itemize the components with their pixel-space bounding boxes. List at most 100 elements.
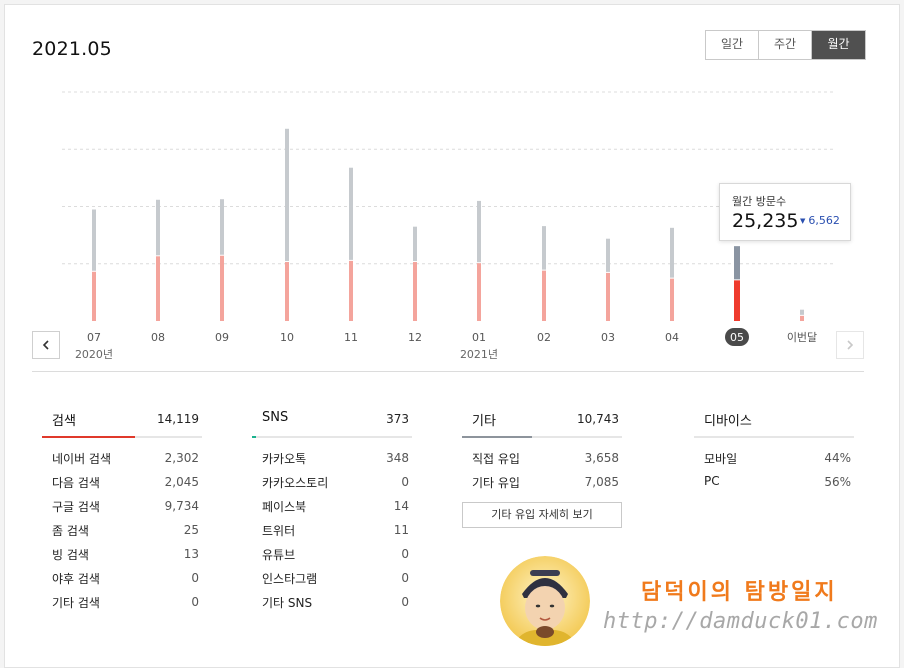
stat-row: 다음 검색 2,045 (42, 474, 202, 498)
stat-row-value: 7,085 (584, 475, 619, 489)
section-divider (32, 371, 864, 372)
tooltip-label: 월간 방문수 (732, 195, 787, 208)
visits-tooltip: 월간 방문수 25,235 ▼ 6,562 (719, 183, 851, 241)
bar-visits-lower[interactable] (92, 271, 96, 321)
bar-visits-lower[interactable] (349, 260, 353, 321)
stat-row-label: 기타 유입 (472, 476, 520, 490)
stat-row-value: 2,045 (164, 475, 199, 489)
stat-row: 야후 검색 0 (42, 570, 202, 594)
stat-row-value: 56% (824, 475, 851, 489)
stat-group-label: 기타 (472, 414, 496, 429)
stat-group-device: 디바이스 모바일 44% PC 56% (694, 404, 854, 498)
brand-url: http://damduck01.com (603, 609, 878, 634)
stat-row: 트위터 11 (252, 522, 412, 546)
stat-row-label: 다음 검색 (52, 476, 100, 490)
bar-visits-upper[interactable] (606, 238, 610, 272)
stat-group-total: 10,743 (577, 412, 619, 426)
stat-row-label: 네이버 검색 (52, 452, 112, 466)
stat-row-label: 카카오스토리 (262, 476, 329, 490)
stat-group-label: SNS (262, 410, 289, 425)
bar-visits-upper[interactable] (670, 227, 674, 278)
down-arrow-icon: ▼ (800, 216, 806, 225)
stat-group-label: 디바이스 (704, 414, 752, 429)
stat-group-header: 디바이스 (694, 404, 854, 438)
chevron-right-icon (847, 340, 854, 350)
bar-visits-upper[interactable] (156, 199, 160, 256)
stat-row-value: 44% (824, 451, 851, 465)
bar-visits-lower[interactable] (734, 280, 740, 321)
bar-visits-upper[interactable] (220, 199, 224, 255)
x-tick-label[interactable]: 10 (280, 331, 294, 344)
stat-row: 직접 유입 3,658 (462, 450, 622, 474)
stat-group-total: 14,119 (157, 412, 199, 426)
stat-row-label: 기타 SNS (262, 596, 313, 610)
stat-row-value: 11 (393, 523, 409, 537)
bar-visits-upper[interactable] (92, 209, 96, 271)
x-tick-label[interactable]: 05 (730, 331, 744, 344)
stat-row-value: 2,302 (164, 451, 199, 465)
bar-visits-lower[interactable] (220, 255, 224, 321)
x-tick-label[interactable]: 04 (665, 331, 679, 344)
bar-visits-lower[interactable] (413, 262, 417, 321)
tooltip-delta-value: 6,562 (808, 214, 840, 227)
stat-row-value: 14 (393, 499, 409, 513)
x-tick-label[interactable]: 07 (87, 331, 101, 344)
bar-visits-lower[interactable] (606, 272, 610, 321)
bar-visits-upper[interactable] (477, 200, 481, 263)
tooltip-delta: ▼ 6,562 (800, 214, 840, 227)
bar-visits-lower[interactable] (800, 315, 804, 321)
tooltip-value: 25,235 (732, 210, 799, 232)
stat-row: 기타 검색 0 (42, 594, 202, 618)
bar-visits-lower[interactable] (156, 256, 160, 321)
x-tick-label[interactable]: 이번달 (787, 331, 817, 344)
stat-row-label: 야후 검색 (52, 572, 100, 586)
bar-visits-upper[interactable] (413, 226, 417, 262)
stat-row-label: 구글 검색 (52, 500, 100, 514)
stat-row-label: 페이스북 (262, 500, 307, 514)
x-tick-label[interactable]: 01 (472, 331, 486, 344)
prev-period-button[interactable] (32, 331, 60, 359)
bar-visits-lower[interactable] (285, 262, 289, 321)
stat-row: 구글 검색 9,734 (42, 498, 202, 522)
bar-visits-upper[interactable] (800, 309, 804, 315)
brand-name: 담덕이의 탐방일지 (641, 579, 838, 605)
stat-row-value: 0 (191, 571, 199, 585)
stat-row-label: 인스타그램 (262, 572, 318, 586)
bar-visits-upper[interactable] (542, 226, 546, 270)
next-period-button[interactable] (836, 331, 864, 359)
stat-share-bar (42, 436, 135, 438)
stat-row-value: 0 (191, 595, 199, 609)
x-tick-label[interactable]: 09 (215, 331, 229, 344)
stat-group-etc: 기타 10,743 직접 유입 3,658 기타 유입 7,085 (462, 404, 622, 498)
stat-row-value: 348 (386, 451, 409, 465)
stat-row: 빙 검색 13 (42, 546, 202, 570)
bar-visits-lower[interactable] (670, 278, 674, 321)
stat-row-value: 0 (401, 595, 409, 609)
stat-row-value: 25 (183, 523, 199, 537)
x-tick-label[interactable]: 02 (537, 331, 551, 344)
x-tick-label[interactable]: 03 (601, 331, 615, 344)
x-tick-label[interactable]: 08 (151, 331, 165, 344)
stat-row: 좀 검색 25 (42, 522, 202, 546)
stat-row: 기타 유입 7,085 (462, 474, 622, 498)
bar-visits-lower[interactable] (477, 263, 481, 321)
bar-visits-upper[interactable] (285, 128, 289, 262)
stat-row-label: 카카오톡 (262, 452, 307, 466)
year-label: 2021년 (460, 348, 498, 361)
bar-visits-upper[interactable] (349, 167, 353, 260)
x-tick-label[interactable]: 12 (408, 331, 422, 344)
stat-row-label: 트위터 (262, 524, 296, 538)
stat-row-value: 0 (401, 547, 409, 561)
stat-row: 유튜브 0 (252, 546, 412, 570)
bar-visits-lower[interactable] (542, 270, 546, 321)
etc-detail-button[interactable]: 기타 유입 자세히 보기 (462, 502, 622, 528)
stat-row: PC 56% (694, 474, 854, 498)
bar-visits-upper[interactable] (734, 246, 740, 280)
stat-row: 카카오톡 348 (252, 450, 412, 474)
stat-group-header: 기타 10,743 (462, 404, 622, 438)
x-tick-label[interactable]: 11 (344, 331, 358, 344)
stat-row-label: 빙 검색 (52, 548, 89, 562)
stat-row-value: 3,658 (584, 451, 619, 465)
stat-share-bar (462, 436, 533, 438)
year-label: 2020년 (75, 348, 113, 361)
